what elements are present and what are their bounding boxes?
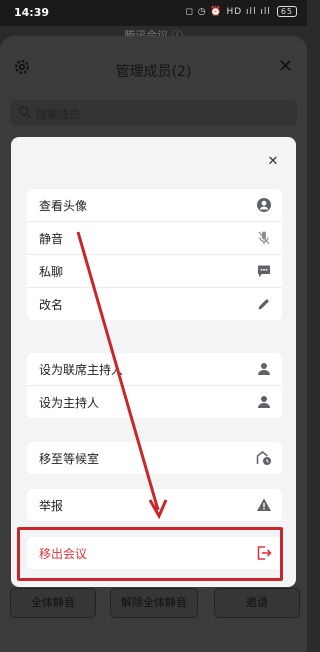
action-group-waiting: 移至等候室	[27, 442, 282, 474]
set-cohost-item[interactable]: 设为联席主持人	[27, 353, 282, 386]
private-chat-item[interactable]: 私聊	[27, 255, 282, 288]
set-host-item[interactable]: 设为主持人	[27, 386, 282, 418]
close-icon[interactable]: ✕	[266, 155, 280, 169]
status-icons-text: ◻ ◷ ⏰ HD ıll ıll	[185, 7, 271, 17]
set-cohost-label: 设为联席主持人	[39, 363, 124, 377]
mute-label: 静音	[39, 232, 64, 246]
warning-icon	[257, 498, 271, 511]
chat-bubble-icon	[258, 265, 270, 277]
action-group-report: 举报	[27, 489, 282, 521]
move-to-waiting-room-item[interactable]: 移至等候室	[27, 442, 282, 474]
close-icon[interactable]: ✕	[278, 56, 293, 77]
sheet-title: 管理成员(2)	[115, 64, 192, 80]
mute-item[interactable]: 静音	[27, 222, 282, 255]
battery-icon: 65	[276, 6, 297, 17]
move-to-waiting-room-label: 移至等候室	[39, 452, 100, 466]
person-icon	[258, 363, 270, 375]
action-group-host: 设为联席主持人 设为主持人	[27, 353, 282, 418]
report-item[interactable]: 举报	[27, 489, 282, 521]
mute-all-button[interactable]: 全体静音	[10, 588, 96, 618]
set-host-label: 设为主持人	[39, 396, 100, 410]
unmute-all-button[interactable]: 解除全体静音	[110, 588, 198, 618]
report-label: 举报	[39, 499, 64, 513]
view-avatar-label: 查看头像	[39, 199, 88, 213]
status-bar: 14:39 ◻ ◷ ⏰ HD ıll ıll 65	[0, 0, 307, 26]
annotation-highlight-box	[17, 527, 283, 581]
search-input[interactable]: 搜索成员	[10, 100, 297, 126]
waiting-room-icon	[256, 451, 271, 465]
pencil-icon	[258, 299, 269, 310]
bottom-actions: 全体静音 解除全体静音 邀请	[0, 588, 307, 618]
private-chat-label: 私聊	[39, 265, 64, 279]
member-actions-dialog: ✕ 查看头像 静音 私聊 改名 设为联席主持人 设为主持人 移至等候室 举报 移…	[11, 137, 296, 587]
status-icons: ◻ ◷ ⏰ HD ıll ıll 65	[185, 6, 297, 17]
invite-button[interactable]: 邀请	[214, 588, 300, 618]
view-avatar-item[interactable]: 查看头像	[27, 189, 282, 222]
rename-label: 改名	[39, 298, 64, 312]
action-group-profile: 查看头像 静音 私聊 改名	[27, 189, 282, 320]
person-icon	[258, 396, 270, 408]
status-time: 14:39	[14, 6, 50, 19]
rename-item[interactable]: 改名	[27, 288, 282, 320]
search-icon	[19, 106, 31, 118]
search-placeholder: 搜索成员	[36, 108, 80, 121]
avatar-circle-icon	[257, 198, 271, 212]
mic-off-icon	[258, 231, 270, 245]
